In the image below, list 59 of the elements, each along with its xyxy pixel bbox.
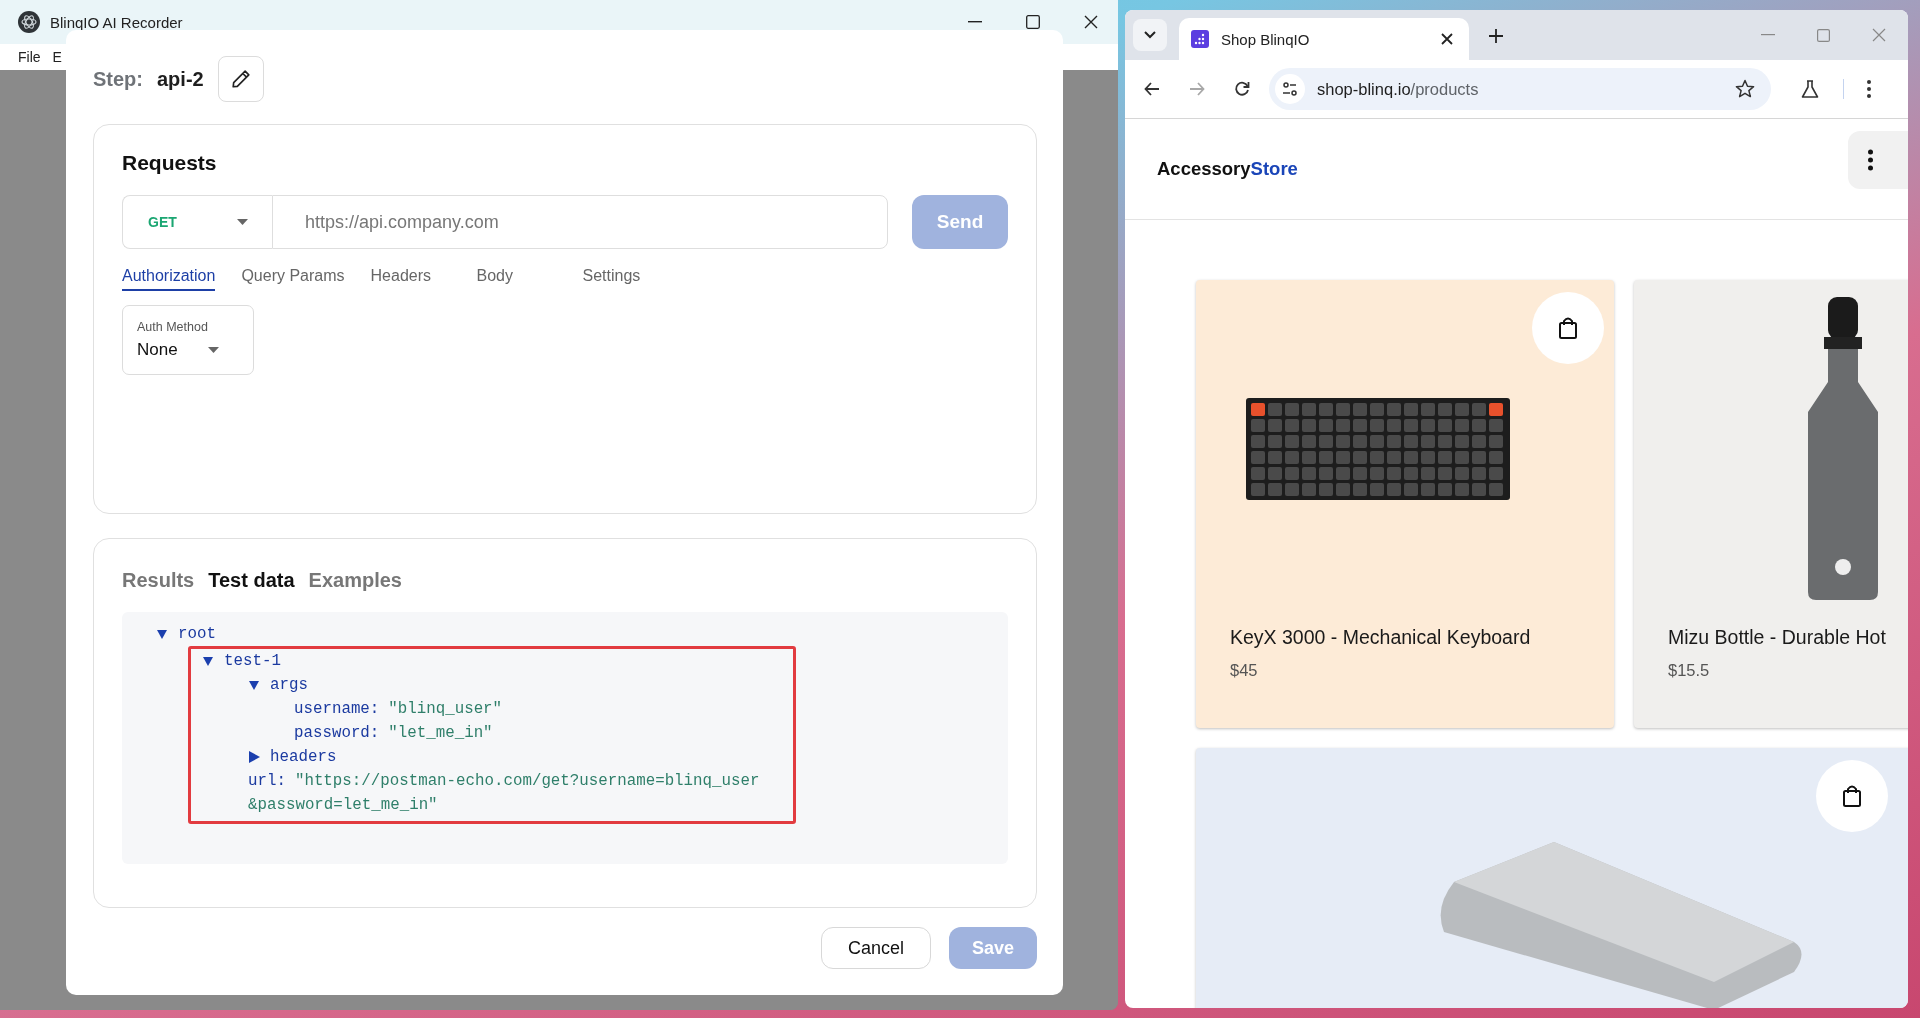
close-icon[interactable] [1084, 15, 1098, 29]
request-tab[interactable]: Body [476, 267, 557, 291]
favicon-icon [1191, 30, 1209, 48]
browser-tab[interactable]: Shop BlinqIO [1179, 18, 1469, 60]
expanded-caret-icon[interactable] [156, 628, 168, 640]
step-label: Step: [93, 67, 143, 91]
product-price: $15.5 [1668, 661, 1711, 680]
results-tab[interactable]: Results [122, 569, 195, 592]
close-tab-icon[interactable] [1441, 33, 1453, 45]
step-name: api-2 [157, 67, 204, 91]
product-name[interactable]: KeyX 3000 - Mechanical Keyboard [1230, 626, 1580, 649]
request-tab[interactable]: Query Params [241, 267, 345, 291]
maximize-icon[interactable] [1026, 15, 1040, 29]
expanded-caret-icon[interactable] [202, 655, 214, 667]
cancel-button[interactable]: Cancel [820, 927, 931, 969]
tree-entry: url: "https://postman-echo.com/get?username=blinq_user&password=let_me_in" [248, 771, 761, 816]
request-tab[interactable]: Authorization [122, 267, 216, 291]
pencil-icon [229, 68, 252, 90]
address-bar[interactable]: shop-blinq.io/products [1269, 68, 1771, 110]
tree-key[interactable]: root [178, 622, 216, 646]
flask-icon[interactable] [1800, 79, 1820, 99]
product-name[interactable]: Mizu Bottle - Durable Hot [1668, 626, 1908, 649]
tree-entry: password: "let_me_in" [294, 723, 494, 744]
caret-icon [237, 219, 248, 225]
edit-button[interactable] [217, 56, 264, 102]
expanded-caret-icon[interactable] [248, 679, 260, 691]
tree-entry: username: "blinq_user" [294, 699, 504, 720]
store-logo[interactable]: AccessoryStore [1157, 158, 1298, 180]
bookmark-star-icon[interactable] [1735, 79, 1755, 99]
chevron-down-icon [1144, 31, 1156, 39]
auth-method-dropdown[interactable]: Auth Method None [122, 305, 254, 375]
card-title: Requests [122, 151, 218, 175]
more-options-icon [1868, 149, 1873, 171]
app-logo-icon [18, 11, 40, 33]
tree-key[interactable]: test-1 [224, 649, 281, 673]
tab-search-button[interactable] [1133, 19, 1167, 51]
product-card[interactable]: Mizu Bottle - Durable Hot $15.5 [1634, 280, 1908, 728]
back-icon[interactable] [1144, 81, 1160, 97]
shopping-bag-icon [1842, 784, 1862, 808]
window-title: BlinqIO AI Recorder [50, 13, 183, 31]
product-card[interactable]: KeyX 3000 - Mechanical Keyboard $45 [1196, 280, 1614, 728]
more-options-icon[interactable] [1867, 80, 1871, 98]
request-tab[interactable]: Headers [370, 267, 451, 291]
new-tab-icon[interactable] [1489, 29, 1503, 43]
menu-item[interactable]: File [18, 49, 41, 65]
request-tab[interactable]: Settings [582, 267, 663, 291]
reload-icon[interactable] [1234, 81, 1250, 97]
results-tab[interactable]: Examples [308, 569, 402, 592]
product-price: $45 [1230, 661, 1259, 680]
shopping-bag-icon [1558, 316, 1578, 340]
results-tab[interactable]: Test data [208, 569, 295, 592]
site-settings-icon[interactable] [1275, 74, 1305, 104]
collapsed-caret-icon[interactable] [248, 751, 260, 763]
menu-item[interactable]: E [52, 49, 62, 65]
caret-icon [207, 347, 219, 353]
tree-key[interactable]: headers [270, 745, 337, 769]
tree-key[interactable]: args [270, 673, 308, 697]
url-field[interactable]: https://api.company.com [272, 195, 889, 249]
minimize-icon[interactable] [968, 21, 982, 23]
